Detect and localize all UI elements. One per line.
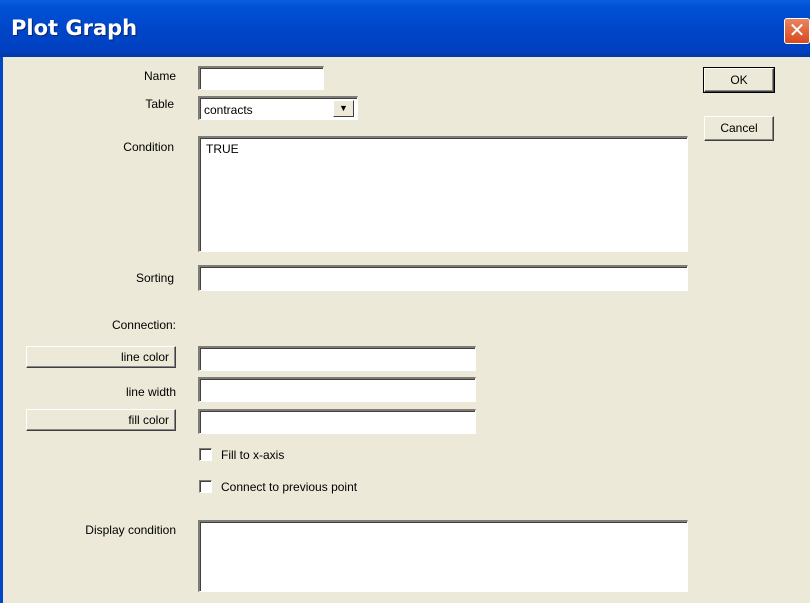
line-color-input[interactable] <box>198 346 476 371</box>
table-selected-value: contracts <box>204 103 253 117</box>
display-condition-textarea[interactable] <box>198 520 688 592</box>
condition-label: Condition <box>123 140 174 154</box>
fill-to-x-axis-label[interactable]: Fill to x-axis <box>221 448 284 462</box>
ok-button[interactable]: OK <box>703 67 775 93</box>
sorting-label: Sorting <box>135 271 174 285</box>
condition-textarea[interactable]: TRUE <box>198 136 688 252</box>
display-condition-label: Display condition <box>85 523 176 537</box>
window-title: Plot Graph <box>11 16 138 40</box>
sorting-input[interactable] <box>198 265 688 291</box>
line-color-button[interactable]: line color <box>26 346 176 368</box>
name-input[interactable] <box>198 66 324 90</box>
connect-previous-checkbox[interactable] <box>199 480 212 493</box>
cancel-button[interactable]: Cancel <box>704 116 774 141</box>
table-label: Table <box>145 97 174 111</box>
title-bar[interactable]: Plot Graph ✕ <box>0 0 810 57</box>
connect-previous-label[interactable]: Connect to previous point <box>221 480 357 494</box>
fill-color-input[interactable] <box>198 409 476 434</box>
fill-to-x-axis-checkbox[interactable] <box>199 448 212 461</box>
close-icon[interactable]: ✕ <box>784 18 810 44</box>
window-frame-left <box>0 57 3 603</box>
fill-color-button[interactable]: fill color <box>26 409 176 431</box>
line-width-label: line width <box>125 385 176 399</box>
connection-label: Connection: <box>111 318 176 332</box>
line-width-input[interactable] <box>198 377 476 402</box>
chevron-down-icon[interactable]: ▼ <box>333 100 354 117</box>
name-label: Name <box>143 69 176 83</box>
table-select[interactable]: contracts ▼ <box>198 96 358 120</box>
